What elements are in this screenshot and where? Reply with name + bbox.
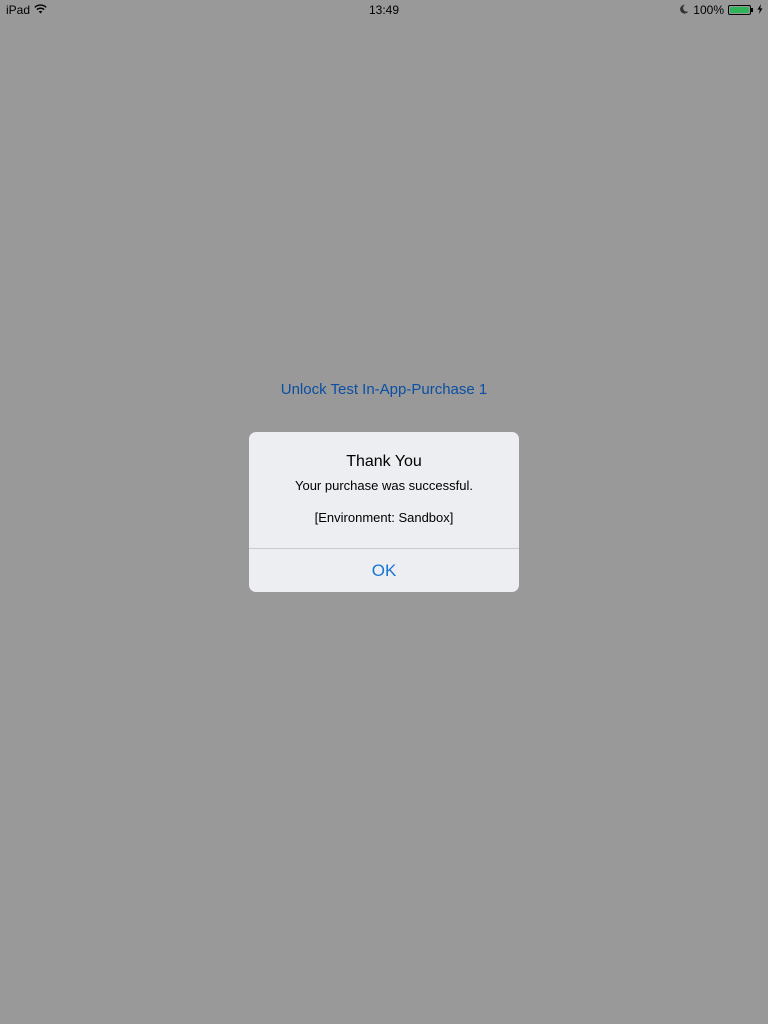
battery-percent: 100%	[693, 3, 724, 17]
status-bar: iPad 13:49 100%	[0, 0, 768, 20]
alert-title: Thank You	[346, 453, 422, 470]
battery-icon	[728, 5, 751, 15]
ok-button[interactable]: OK	[249, 549, 519, 592]
alert-message: Your purchase was successful.	[294, 478, 473, 493]
alert-dialog: Thank You Your purchase was successful. …	[249, 432, 519, 592]
moon-icon	[679, 3, 689, 17]
status-right: 100%	[679, 3, 763, 17]
unlock-purchase-button[interactable]: Unlock Test In-App-Purchase 1	[0, 381, 768, 398]
charging-icon	[757, 3, 763, 17]
battery-level	[730, 7, 749, 13]
alert-environment: [Environment: Sandbox]	[314, 510, 454, 525]
battery-tip	[751, 8, 753, 12]
alert-body: Thank You Your purchase was successful. …	[249, 432, 519, 548]
status-time: 13:49	[368, 3, 400, 17]
